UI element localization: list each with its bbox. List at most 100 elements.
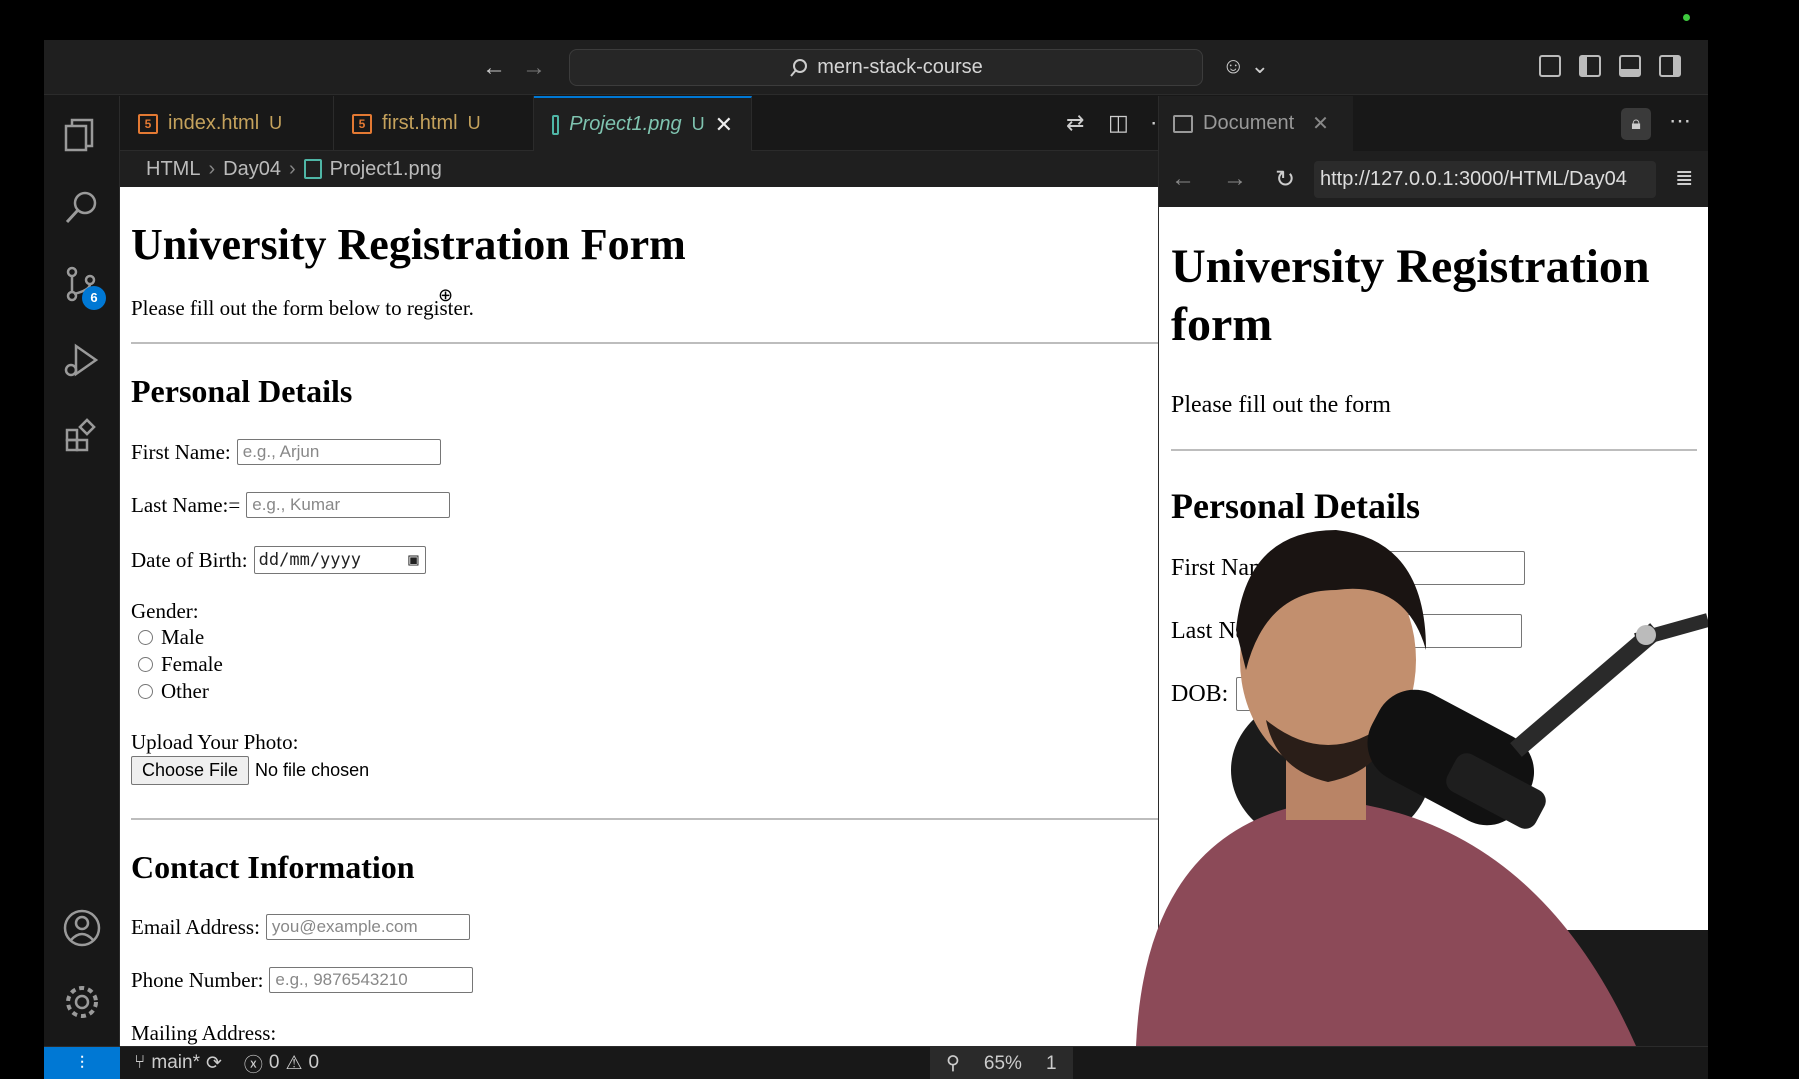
field-label: Upload Your Photo:	[131, 730, 299, 754]
zoom-indicator[interactable]: ⚲ 65% 1	[930, 1047, 1073, 1079]
status-item-partial: 1	[1045, 1052, 1057, 1074]
breadcrumb-item[interactable]: Day04	[223, 158, 281, 181]
field-label: Phone Number:	[131, 967, 264, 992]
no-file-text: No file chosen	[255, 760, 370, 780]
editor-tab-bar: 5 index.html U 5 first.html U Project1.p…	[120, 96, 1172, 151]
radio-icon	[138, 684, 153, 699]
preview-title: University Registration Form	[131, 220, 686, 269]
menu-icon[interactable]: ≣	[1675, 165, 1693, 191]
lock-icon[interactable]: 🔒︎	[1621, 108, 1651, 140]
last-name-row: Last Name:= e.g., Kumar	[131, 492, 451, 518]
tab-label: index.html	[168, 112, 260, 134]
run-debug-icon[interactable]	[62, 340, 102, 380]
image-file-icon	[303, 159, 322, 179]
remote-indicator-icon[interactable]: ⫶	[44, 1046, 120, 1079]
git-branch-icon: ⑂	[134, 1052, 146, 1073]
phone-field: e.g., 9876543210	[269, 967, 474, 993]
breadcrumb-item[interactable]: Project1.png	[330, 158, 442, 181]
untracked-indicator: U	[691, 114, 705, 134]
toggle-secondary-sidebar-icon[interactable]	[1659, 55, 1681, 77]
url-input[interactable]: http://127.0.0.1:3000/HTML/Day04	[1314, 161, 1656, 198]
choose-file-button: Choose File	[131, 756, 250, 785]
divider	[131, 342, 1158, 344]
chevron-right-icon: ›	[208, 157, 216, 180]
dob-row: Date of Birth: dd/mm/yyyy ▣	[131, 546, 426, 574]
search-icon	[790, 58, 808, 77]
tab-project1-png[interactable]: Project1.png U ✕	[534, 96, 752, 151]
extensions-icon[interactable]	[62, 416, 102, 456]
warning-icon: ⚠	[285, 1052, 303, 1074]
section-heading: Contact Information	[131, 849, 415, 885]
browser-nav-bar: ← → ↻ http://127.0.0.1:3000/HTML/Day04 ≣	[1159, 151, 1708, 207]
split-editor-icon[interactable]: ◫	[1108, 110, 1129, 136]
recording-indicator-icon	[1683, 14, 1690, 21]
title-bar: ← → mern-stack-course ☺ ⌄	[44, 40, 1708, 95]
html5-icon: 5	[352, 113, 372, 134]
open-changes-icon[interactable]: ⇄	[1066, 110, 1084, 136]
field-label: Email Address:	[131, 914, 260, 939]
image-preview[interactable]: University Registration Form Please fill…	[120, 187, 1158, 1046]
sync-icon: ⟳	[205, 1052, 222, 1074]
vscode-window: ← → mern-stack-course ☺ ⌄ 6 5 index.html…	[44, 0, 1708, 1079]
toggle-primary-sidebar-icon[interactable]	[1579, 55, 1601, 77]
radio-label: Female	[161, 652, 223, 676]
zoom-icon: ⚲	[946, 1053, 960, 1074]
command-center-search[interactable]: mern-stack-course	[569, 49, 1203, 86]
page-intro: Please fill out the form	[1171, 392, 1391, 418]
first-name-row: First Name: e.g., Arjun	[131, 439, 441, 465]
search-icon[interactable]	[62, 188, 102, 228]
field-label: Gender:	[131, 599, 199, 623]
email-field: you@example.com	[265, 914, 470, 940]
tab-index-html[interactable]: 5 index.html U	[120, 96, 334, 151]
toggle-panel-icon[interactable]	[1619, 55, 1641, 77]
radio-icon	[138, 630, 153, 645]
copilot-icon[interactable]: ☺ ⌄	[1222, 53, 1269, 79]
back-arrow-icon[interactable]: ←	[482, 54, 506, 82]
back-arrow-icon[interactable]: ←	[1171, 165, 1195, 193]
more-actions-icon[interactable]: ⋯	[1669, 108, 1691, 134]
accounts-icon[interactable]	[62, 908, 102, 948]
phone-row: Phone Number: e.g., 9876543210	[131, 967, 474, 993]
chevron-right-icon: ›	[288, 157, 296, 180]
workspace-name: mern-stack-course	[817, 56, 983, 78]
forward-arrow-icon[interactable]: →	[522, 54, 546, 82]
zoom-level: 65%	[983, 1052, 1022, 1074]
image-file-icon	[552, 114, 560, 135]
presenter-image	[1136, 530, 1708, 1046]
problems-indicator[interactable]: ⓧ 0 ⚠ 0	[244, 1050, 319, 1077]
breadcrumb-item[interactable]: HTML	[146, 158, 200, 181]
gender-option-female: Female	[131, 652, 223, 677]
calendar-icon: ▣	[408, 550, 419, 570]
status-bar: ⫶ ⑂ main* ⟳ ⓧ 0 ⚠ 0 ⚲ 65% 1	[44, 1046, 1708, 1079]
radio-label: Male	[161, 625, 205, 649]
explorer-icon[interactable]	[62, 112, 102, 152]
close-icon[interactable]: ✕	[715, 112, 733, 138]
tab-document[interactable]: Document ✕	[1159, 96, 1353, 151]
tab-label: first.html	[382, 112, 458, 134]
first-name-field: e.g., Arjun	[236, 439, 441, 465]
last-name-field: e.g., Kumar	[246, 492, 451, 518]
section-heading: Personal Details	[131, 373, 353, 409]
radio-icon	[138, 657, 153, 672]
field-label: Last Name:=	[131, 492, 241, 517]
customize-layout-icon[interactable]	[1539, 55, 1561, 77]
gender-option-other: Other	[131, 679, 209, 704]
untracked-indicator: U	[269, 113, 283, 133]
forward-arrow-icon[interactable]: →	[1223, 165, 1247, 193]
zoom-cursor-icon: ⊕	[438, 285, 454, 305]
gender-label: Gender:	[131, 599, 199, 624]
close-icon[interactable]: ✕	[1312, 111, 1329, 136]
untracked-indicator: U	[467, 113, 481, 133]
source-control-badge: 6	[82, 286, 106, 310]
branch-indicator[interactable]: ⑂ main* ⟳	[134, 1052, 222, 1075]
settings-gear-icon[interactable]	[62, 982, 102, 1022]
tab-first-html[interactable]: 5 first.html U	[334, 96, 534, 151]
error-icon: ⓧ	[243, 1054, 263, 1076]
field-label: First Name:	[131, 439, 231, 464]
reload-icon[interactable]: ↻	[1275, 165, 1295, 194]
divider	[131, 818, 1158, 820]
html5-icon: 5	[138, 113, 158, 134]
photo-label: Upload Your Photo:	[131, 730, 298, 755]
warning-count: 0	[308, 1052, 320, 1073]
field-label: Date of Birth:	[131, 547, 248, 572]
